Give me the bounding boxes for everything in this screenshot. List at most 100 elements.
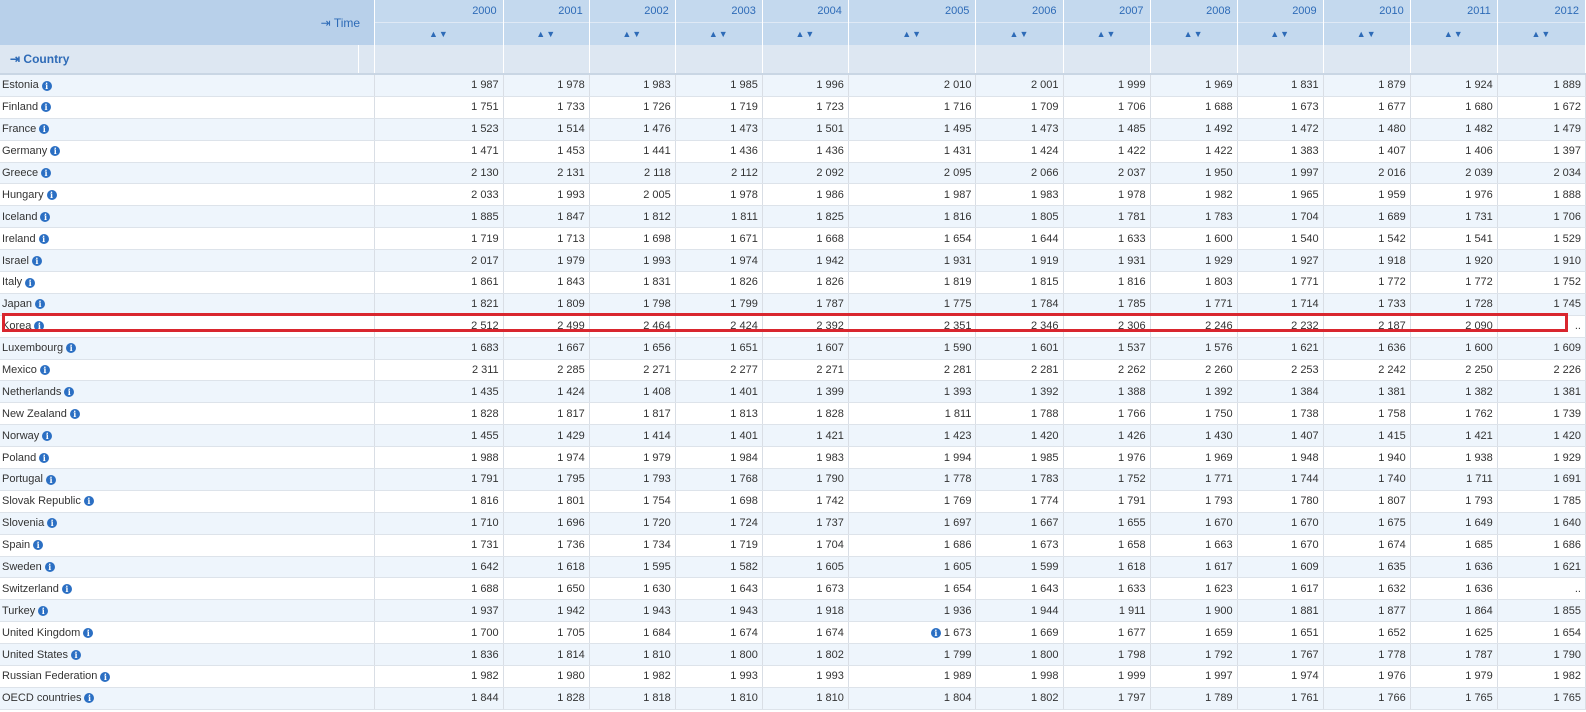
row-spacer (358, 118, 376, 141)
value-cell: 1 802 (762, 643, 849, 667)
info-icon[interactable]: i (930, 627, 941, 638)
value-text: 1 680 (1465, 101, 1493, 114)
value-text: 1 788 (1030, 407, 1059, 420)
year-header-2003[interactable]: 2003 (675, 0, 763, 23)
year-header-2006[interactable]: 2006 (975, 0, 1064, 23)
year-header-2009[interactable]: 2009 (1237, 0, 1324, 23)
info-icon[interactable]: i (42, 430, 53, 441)
value-text: 1 737 (816, 517, 844, 530)
info-icon[interactable]: i (50, 146, 61, 157)
info-icon[interactable]: i (39, 452, 50, 463)
info-icon[interactable]: i (61, 584, 72, 595)
sort-arrows-icon[interactable]: ▲▼ (848, 22, 977, 45)
year-header-2001[interactable]: 2001 (503, 0, 590, 23)
info-icon[interactable]: i (39, 365, 50, 376)
sort-glyph[interactable]: ▲▼ (1270, 29, 1290, 39)
year-header-2005[interactable]: 2005 (848, 0, 977, 23)
year-header-2004[interactable]: 2004 (762, 0, 849, 23)
value-text: 1 426 (1118, 429, 1146, 442)
info-icon[interactable]: i (34, 299, 45, 310)
year-header-2011[interactable]: 2011 (1410, 0, 1498, 23)
value-text: 1 965 (1291, 188, 1319, 201)
sort-glyph[interactable]: ▲▼ (709, 29, 729, 39)
value-cell: 1 742 (762, 490, 849, 513)
info-icon[interactable]: i (38, 233, 49, 244)
sort-arrows-icon[interactable]: ▲▼ (374, 22, 504, 45)
sort-glyph[interactable]: ▲▼ (622, 29, 642, 39)
year-header-2012[interactable]: 2012 (1497, 0, 1586, 23)
country-cell: Norway i (0, 424, 359, 448)
info-icon[interactable]: i (40, 211, 51, 222)
info-icon[interactable]: i (41, 80, 52, 91)
sort-arrows-icon[interactable]: ▲▼ (762, 22, 849, 45)
info-icon[interactable]: i (41, 168, 52, 179)
sort-arrows-icon[interactable]: ▲▼ (1063, 22, 1151, 45)
value-cell: 2 232 (1237, 315, 1324, 338)
sort-glyph[interactable]: ▲▼ (1531, 29, 1551, 39)
info-icon[interactable]: i (83, 496, 94, 507)
value-cell: 1 929 (1150, 249, 1238, 273)
sort-arrows-icon[interactable]: ▲▼ (1410, 22, 1498, 45)
value-text: 1 938 (1465, 451, 1493, 464)
value-cell: 1 640 (1497, 512, 1586, 535)
sort-glyph[interactable]: ▲▼ (429, 29, 449, 39)
info-icon[interactable]: i (25, 277, 36, 288)
value-cell: 1 388 (1063, 380, 1151, 404)
value-cell: 1 918 (762, 599, 849, 623)
value-cell: 1 783 (1150, 205, 1238, 229)
sort-arrows-icon[interactable]: ▲▼ (1497, 22, 1586, 45)
value-cell: 1 787 (762, 293, 849, 316)
value-text: 1 784 (1030, 298, 1059, 311)
sort-glyph[interactable]: ▲▼ (1357, 29, 1377, 39)
info-icon[interactable]: i (69, 408, 80, 419)
info-icon[interactable]: i (66, 343, 77, 354)
info-icon[interactable]: i (46, 189, 57, 200)
sort-glyph[interactable]: ▲▼ (1444, 29, 1464, 39)
value-text: 1 384 (1291, 385, 1319, 398)
value-cell: 1 673 (975, 534, 1064, 557)
info-icon[interactable]: i (34, 321, 45, 332)
hours-worked-table: ⇥ Time 2000 2001 2002 2003 2004 2005 2006 2007 2… (0, 0, 1586, 710)
sort-glyph[interactable]: ▲▼ (795, 29, 815, 39)
year-header-2008[interactable]: 2008 (1150, 0, 1238, 23)
sort-arrows-icon[interactable]: ▲▼ (1323, 22, 1411, 45)
sort-arrows-icon[interactable]: ▲▼ (975, 22, 1064, 45)
sort-arrows-icon[interactable]: ▲▼ (589, 22, 676, 45)
collapse-arrow-icon[interactable]: ⇥ (10, 52, 20, 66)
year-header-2000[interactable]: 2000 (374, 0, 504, 23)
info-icon[interactable]: i (71, 649, 82, 660)
value-text: 1 931 (1118, 254, 1146, 267)
sort-glyph[interactable]: ▲▼ (536, 29, 556, 39)
info-icon[interactable]: i (64, 387, 75, 397)
value-cell: 1 974 (503, 446, 590, 470)
info-icon[interactable]: i (39, 124, 50, 135)
info-icon[interactable]: i (31, 255, 42, 266)
sort-arrows-icon[interactable]: ▲▼ (1237, 22, 1324, 45)
info-icon[interactable]: i (84, 693, 95, 704)
year-header-2007[interactable]: 2007 (1063, 0, 1151, 23)
value-text: 1 828 (557, 692, 585, 705)
sort-arrows-icon[interactable]: ▲▼ (675, 22, 763, 45)
sort-arrows-icon[interactable]: ▲▼ (1150, 22, 1238, 45)
value-text: 2 512 (471, 320, 499, 333)
sort-glyph[interactable]: ▲▼ (1097, 29, 1117, 39)
value-cell: 1 982 (1150, 183, 1238, 207)
year-header-2010[interactable]: 2010 (1323, 0, 1411, 23)
info-icon[interactable]: i (45, 474, 56, 485)
year-header-2002[interactable]: 2002 (589, 0, 676, 23)
info-icon[interactable]: i (44, 562, 55, 573)
info-icon[interactable]: i (41, 102, 52, 113)
sort-glyph[interactable]: ▲▼ (902, 29, 922, 39)
sort-glyph[interactable]: ▲▼ (1184, 29, 1204, 39)
info-icon[interactable]: i (83, 627, 94, 638)
info-icon[interactable]: i (33, 540, 44, 551)
collapse-arrow-icon[interactable]: ⇥ (321, 16, 331, 30)
time-dimension-header[interactable]: ⇥ Time (0, 0, 376, 45)
sort-arrows-icon[interactable]: ▲▼ (503, 22, 590, 45)
country-dimension-header[interactable]: ⇥ Country (0, 45, 359, 75)
country-cell: Slovak Republic i (0, 490, 359, 513)
info-icon[interactable]: i (38, 605, 49, 616)
sort-glyph[interactable]: ▲▼ (1010, 29, 1030, 39)
info-icon[interactable]: i (100, 671, 111, 682)
info-icon[interactable]: i (47, 518, 58, 529)
